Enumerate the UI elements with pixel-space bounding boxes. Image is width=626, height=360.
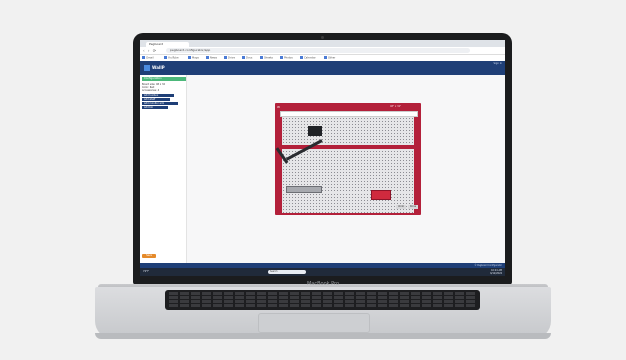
sidebar-header: Configuration: [142, 77, 186, 81]
trackpad: [258, 313, 370, 333]
tray-accessory[interactable]: [286, 186, 322, 193]
taskbar-search[interactable]: Search: [268, 270, 306, 274]
board-size-label: 48" x 32": [390, 105, 402, 108]
sign-in-link[interactable]: Sign in: [493, 62, 502, 65]
clock-date: 6/12/2024: [490, 272, 502, 275]
done-button[interactable]: Done: [408, 205, 418, 209]
sidebar-line: Accessories: 4: [142, 89, 160, 92]
taskbar-clock[interactable]: 10:24 AM 6/12/2024: [490, 269, 502, 275]
toolbox-accessory[interactable]: [308, 126, 322, 136]
bookmark-item[interactable]: Drive: [224, 56, 235, 60]
laptop-screen: Pegboard ‹ › ⟳ pegboard.configurator/app…: [140, 40, 505, 276]
bookmark-item[interactable]: News: [206, 56, 217, 60]
bookmark-item[interactable]: Gmail: [142, 56, 154, 60]
key-row: [169, 296, 476, 299]
keyboard: [165, 290, 480, 310]
bookmark-item[interactable]: Calendar: [300, 56, 316, 60]
save-button[interactable]: Save: [142, 254, 156, 258]
pegboard-panel-bottom[interactable]: [282, 193, 414, 213]
bookmark-item[interactable]: Docs: [242, 56, 252, 60]
weather-widget[interactable]: 72°F: [143, 269, 149, 275]
pegboard-panel-top[interactable]: [282, 117, 414, 193]
bookmark-item[interactable]: YouTube: [164, 56, 179, 60]
undo-button[interactable]: Undo: [396, 205, 406, 209]
bookmark-item[interactable]: Sheets: [260, 56, 273, 60]
nav-buttons[interactable]: ‹ › ⟳: [143, 48, 157, 53]
add-shelf-button[interactable]: Add shelf: [142, 98, 170, 101]
key-row: [169, 300, 476, 303]
add-bin-button[interactable]: Add bin: [142, 106, 168, 109]
bookmark-item[interactable]: Photos: [280, 56, 293, 60]
device-label: MacBook Pro: [306, 281, 340, 287]
key-row: [169, 292, 476, 295]
logo-icon: [144, 65, 150, 71]
add-toolbox-button[interactable]: Add toolbox: [142, 94, 174, 97]
logo-text: WallP: [152, 65, 165, 70]
laptop-base-edge: [95, 333, 551, 339]
taskbar-icons: [308, 270, 374, 274]
address-bar[interactable]: pegboard.configurator/app: [166, 48, 470, 53]
shelf-bar[interactable]: [280, 145, 416, 149]
app-logo[interactable]: WallP: [144, 63, 166, 73]
bookmark-item[interactable]: Other: [324, 56, 335, 60]
add-monitor-arm-button[interactable]: Add monitor arm: [142, 102, 178, 105]
bin-accessory[interactable]: [371, 190, 391, 200]
board-tag: W: [277, 105, 280, 109]
bookmark-item[interactable]: Maps: [188, 56, 199, 60]
browser-tab-bar: [140, 40, 505, 47]
key-row: [169, 304, 476, 307]
camera-icon: [321, 36, 324, 39]
